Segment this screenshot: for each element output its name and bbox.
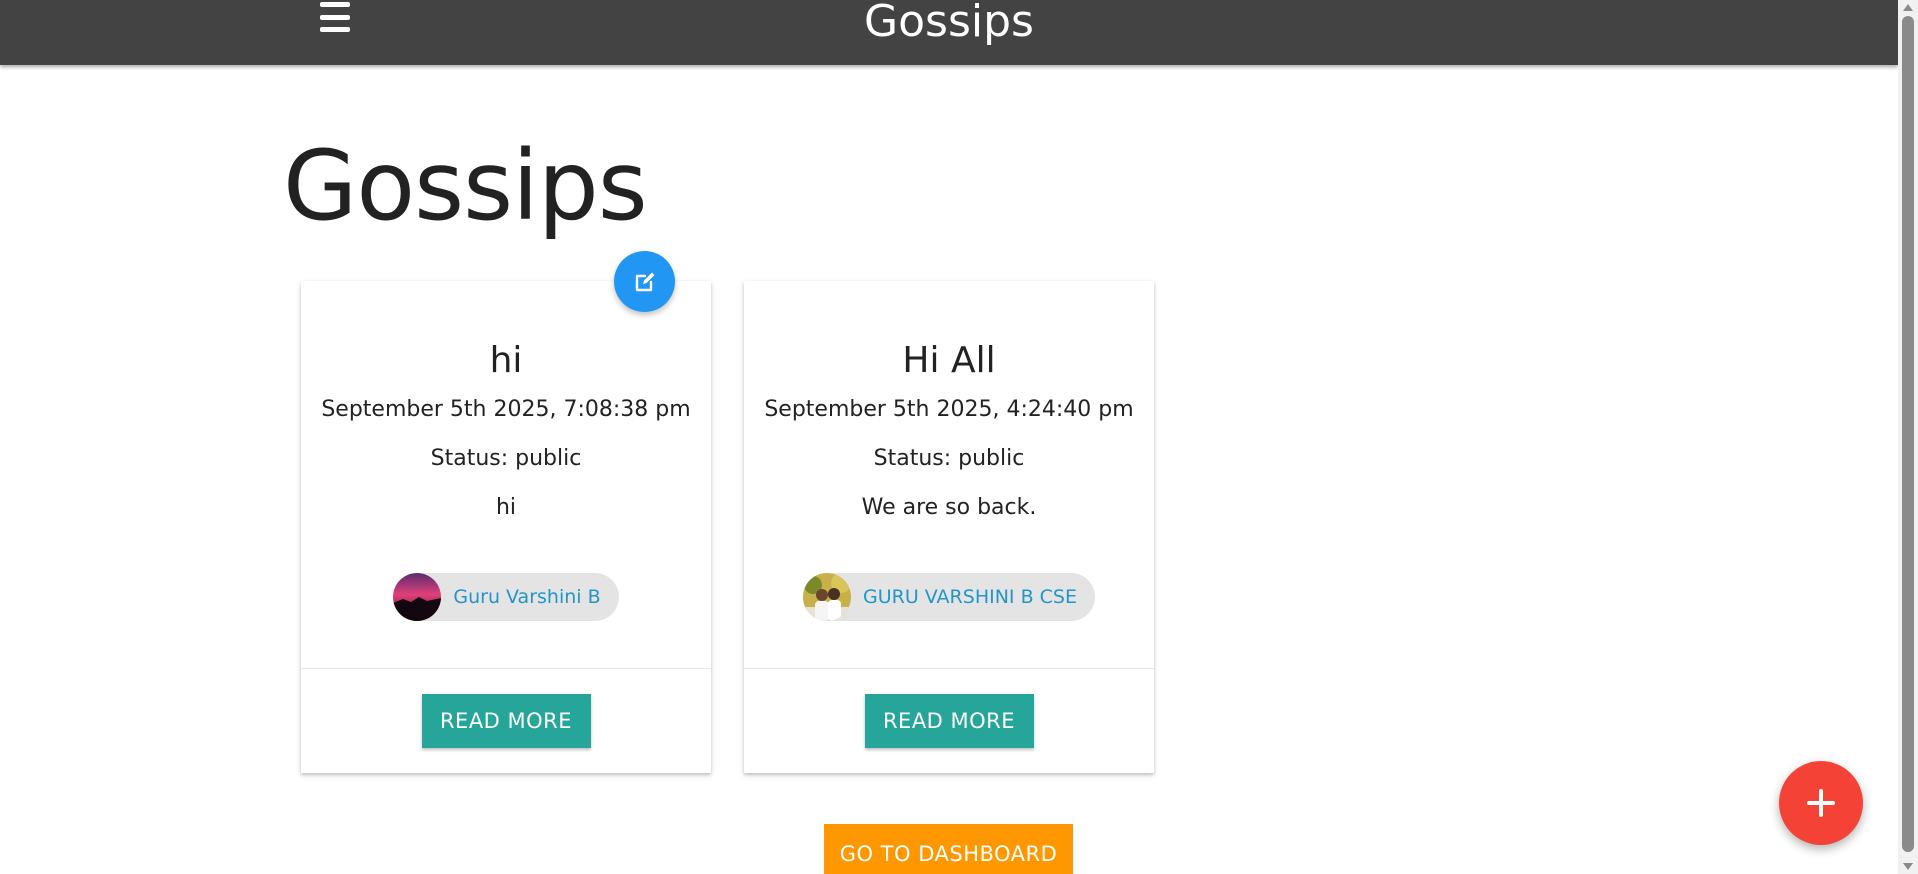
read-more-button[interactable]: READ MORE bbox=[864, 693, 1034, 748]
add-gossip-button[interactable] bbox=[1779, 761, 1863, 845]
card-status: Status: public bbox=[873, 446, 1025, 471]
scrollbar[interactable] bbox=[1898, 0, 1918, 874]
scroll-up-arrow-icon[interactable] bbox=[1903, 4, 1913, 11]
edit-button[interactable] bbox=[614, 251, 675, 312]
author-chip[interactable]: Guru Varshini B bbox=[393, 573, 619, 621]
card-title: Hi All bbox=[902, 340, 996, 381]
scrollbar-thumb[interactable] bbox=[1902, 16, 1914, 852]
brand-logo[interactable]: Gossips bbox=[0, 0, 1898, 48]
add-icon bbox=[1807, 789, 1835, 817]
card-content: Hi All September 5th 2025, 4:24:40 pm St… bbox=[744, 281, 1154, 669]
card-action: READ MORE bbox=[744, 669, 1154, 772]
navbar: Gossips bbox=[0, 0, 1898, 65]
scroll-down-arrow-icon[interactable] bbox=[1903, 863, 1913, 870]
author-chip[interactable]: GURU VARSHINI B CSE bbox=[803, 573, 1095, 621]
gossip-card: hi September 5th 2025, 7:08:38 pm Status… bbox=[301, 281, 711, 773]
card-date: September 5th 2025, 7:08:38 pm bbox=[321, 397, 691, 422]
card-body-text: We are so back. bbox=[861, 495, 1037, 520]
edit-icon bbox=[635, 272, 654, 291]
page-title: Gossips bbox=[283, 130, 648, 242]
card-content: hi September 5th 2025, 7:08:38 pm Status… bbox=[301, 281, 711, 669]
card-body-text: hi bbox=[495, 495, 517, 520]
read-more-button[interactable]: READ MORE bbox=[421, 693, 591, 748]
card-status: Status: public bbox=[430, 446, 582, 471]
go-to-dashboard-button[interactable]: GO TO DASHBOARD bbox=[824, 824, 1073, 874]
author-name: Guru Varshini B bbox=[453, 586, 601, 608]
avatar bbox=[393, 573, 442, 621]
gossip-card: Hi All September 5th 2025, 4:24:40 pm St… bbox=[744, 281, 1154, 773]
card-action: READ MORE bbox=[301, 669, 711, 772]
author-name: GURU VARSHINI B CSE bbox=[863, 586, 1077, 608]
card-date: September 5th 2025, 4:24:40 pm bbox=[764, 397, 1134, 422]
avatar bbox=[803, 573, 851, 621]
